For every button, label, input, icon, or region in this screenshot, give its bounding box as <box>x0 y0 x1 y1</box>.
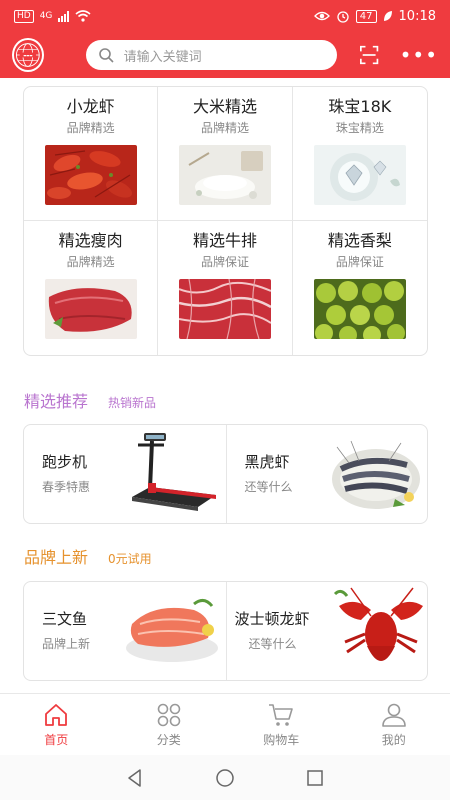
grid-item-subtitle: 品牌精选 <box>200 121 249 135</box>
salmon-image <box>126 599 218 662</box>
tab-label: 分类 <box>156 733 181 747</box>
grid-item[interactable]: 精选牛排 品牌保证 <box>158 221 293 355</box>
grid-item-subtitle: 珠宝精选 <box>335 121 384 135</box>
product-subtitle: 还等什么 <box>244 480 293 494</box>
tab-home[interactable]: 首页 <box>0 694 113 755</box>
product-title: 三文鱼 <box>42 610 88 628</box>
steak-image <box>178 279 271 339</box>
rice-image <box>178 145 271 205</box>
svg-text:▬▬▬: ▬▬▬ <box>23 54 32 58</box>
section-subtitle: 0元试用 <box>108 552 152 566</box>
grid-item-title: 小龙虾 <box>66 97 115 116</box>
product-title: 黑虎虾 <box>244 453 290 471</box>
grid-item-subtitle: 品牌保证 <box>335 255 384 269</box>
search-input[interactable]: 请输入关键词 <box>124 46 202 65</box>
crayfish-image <box>44 145 137 205</box>
brand-logo-icon[interactable]: ▬▬▬ <box>12 38 44 72</box>
more-icon[interactable]: ••• <box>400 45 438 65</box>
grid-item-title: 精选牛排 <box>192 231 257 250</box>
section-brand-header: 品牌上新 0元试用 <box>24 544 152 568</box>
grid-item[interactable]: 大米精选 品牌精选 <box>158 87 293 221</box>
lobster-image <box>333 587 423 661</box>
system-nav-bar <box>0 755 450 800</box>
status-bar: HD 4G 47 10:18 <box>0 0 450 32</box>
recent-apps-icon[interactable] <box>304 767 326 789</box>
hd-indicator: HD <box>14 9 34 23</box>
pears-image <box>313 279 406 339</box>
tiger-shrimp-image <box>331 440 420 509</box>
product-subtitle: 品牌上新 <box>42 637 91 651</box>
grid-item-title: 精选瘦肉 <box>58 231 123 250</box>
grid-item[interactable]: 精选香梨 品牌保证 <box>293 221 427 355</box>
leaf-icon <box>383 11 392 21</box>
category-icon <box>157 703 181 727</box>
top-header: ▬▬▬ 请输入关键词 ••• <box>0 32 450 78</box>
section-subtitle: 热销新品 <box>108 396 157 410</box>
scan-icon[interactable] <box>359 44 379 66</box>
product-tile-tiger-shrimp[interactable]: 黑虎虾 还等什么 <box>225 425 428 523</box>
clock-text: 10:18 <box>398 8 436 24</box>
home-circle-icon[interactable] <box>214 767 236 789</box>
tab-category[interactable]: 分类 <box>113 694 226 755</box>
lean-meat-image <box>44 279 137 339</box>
grid-item-title: 精选香梨 <box>327 231 392 250</box>
grid-item-title: 大米精选 <box>192 97 257 116</box>
tab-profile[interactable]: 我的 <box>338 694 450 755</box>
tab-label: 我的 <box>381 733 406 747</box>
product-tile-lobster[interactable]: 波士顿龙虾 还等什么 <box>225 582 428 680</box>
grid-item[interactable]: 精选瘦肉 品牌精选 <box>24 221 159 355</box>
wifi-icon <box>75 10 91 22</box>
battery-indicator: 47 <box>355 9 377 23</box>
cart-icon <box>269 704 294 726</box>
back-icon[interactable] <box>124 767 146 789</box>
grid-item[interactable]: 珠宝18K 珠宝精选 <box>292 87 427 221</box>
grid-item-subtitle: 品牌精选 <box>66 255 115 269</box>
product-tile-salmon[interactable]: 三文鱼 品牌上新 <box>24 582 226 680</box>
product-tile-treadmill[interactable]: 跑步机 春季特惠 <box>24 425 226 523</box>
user-icon <box>381 703 406 727</box>
product-subtitle: 春季特惠 <box>42 480 91 494</box>
product-subtitle: 还等什么 <box>248 637 297 651</box>
network-indicator: 4G <box>39 11 53 21</box>
grid-item-subtitle: 品牌保证 <box>200 255 249 269</box>
tab-label: 首页 <box>44 733 69 747</box>
section-title: 品牌上新 <box>24 548 89 567</box>
signal-icon <box>58 10 70 22</box>
grid-item-subtitle: 品牌精选 <box>66 121 115 135</box>
alarm-icon <box>337 11 349 23</box>
home-icon <box>45 704 68 726</box>
eye-icon <box>313 11 330 21</box>
search-bar[interactable]: 请输入关键词 <box>85 40 338 70</box>
tab-cart[interactable]: 购物车 <box>225 694 338 755</box>
search-icon <box>98 48 114 63</box>
brand-card: 三文鱼 品牌上新 波士顿龙虾 还等什么 <box>23 581 428 681</box>
grid-item[interactable]: 小龙虾 品牌精选 <box>24 87 159 221</box>
category-grid: 小龙虾 品牌精选 大米精选 品牌精选 珠宝18K 珠宝精选 精选瘦肉 品牌精选 … <box>23 86 428 356</box>
product-title: 跑步机 <box>42 453 88 471</box>
tab-label: 购物车 <box>263 733 300 747</box>
section-title: 精选推荐 <box>24 392 89 411</box>
bottom-tab-bar: 首页 分类 购物车 我的 <box>0 693 450 755</box>
product-title: 波士顿龙虾 <box>234 610 310 628</box>
grid-item-title: 珠宝18K <box>328 97 392 116</box>
recommend-card: 跑步机 春季特惠 黑虎虾 还等什么 <box>23 424 428 524</box>
section-recommend-header: 精选推荐 热销新品 <box>24 388 156 412</box>
treadmill-image <box>132 433 216 511</box>
jewelry-image <box>313 145 406 205</box>
